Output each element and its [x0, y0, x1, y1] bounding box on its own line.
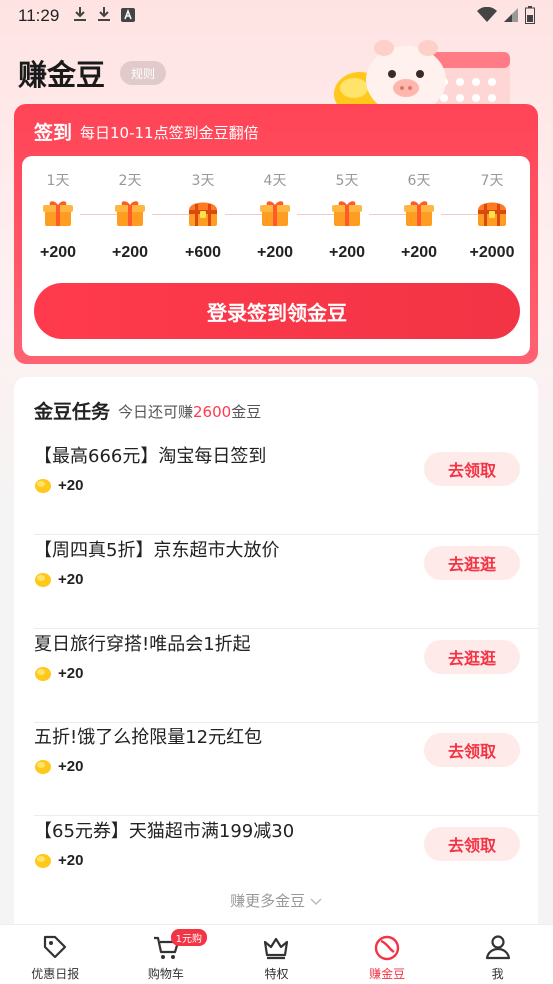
- task-item: 五折!饿了么抢限量12元红包 +20 去领取: [14, 723, 538, 816]
- signal-icon: [503, 7, 519, 27]
- gift-icon: [43, 201, 73, 226]
- divider: [34, 815, 538, 816]
- task-reward: +20: [34, 664, 83, 682]
- divider: [34, 534, 538, 535]
- page-title: 赚金豆: [18, 58, 106, 92]
- nav-item-privileges[interactable]: 特权: [221, 925, 332, 984]
- bean-icon: [374, 935, 400, 961]
- task-action-button[interactable]: 去逛逛: [424, 640, 520, 674]
- gold-bean-icon: [35, 667, 51, 681]
- tasks-sub-prefix: 今日还可赚: [118, 403, 194, 421]
- gold-bean-icon: [35, 760, 51, 774]
- day-label: 7天: [480, 173, 504, 189]
- reward-value: +20: [58, 851, 84, 869]
- day-label: 1天: [46, 173, 70, 189]
- nav-label: 赚金豆: [369, 967, 406, 981]
- nav-item-earn-beans[interactable]: 赚金豆: [332, 925, 443, 984]
- day-label: 4天: [263, 173, 287, 189]
- pig-mascot-illustration: [328, 32, 538, 116]
- status-bar: 11:29: [0, 0, 553, 32]
- task-action-button[interactable]: 去领取: [424, 733, 520, 767]
- wifi-icon: [477, 6, 497, 27]
- checkin-days-panel: 1天 +200 2天 +200 3天 +600 4天 +200 5天 +200 …: [22, 156, 530, 356]
- crown-icon: [264, 937, 289, 960]
- reward-value: +20: [58, 664, 84, 682]
- reward-value: +20: [58, 476, 84, 494]
- treasure-chest-icon: [478, 202, 506, 226]
- reward-value: +20: [58, 570, 84, 588]
- user-icon: [485, 935, 510, 960]
- checkin-title: 签到: [34, 122, 73, 144]
- tasks-card: 金豆任务 今日还可赚2600金豆 【最高666元】淘宝每日签到 +20 去领取 …: [14, 377, 538, 937]
- chevron-down-icon: [310, 892, 322, 910]
- task-reward: +20: [34, 757, 83, 775]
- tag-icon: [44, 935, 67, 959]
- day-label: 6天: [407, 173, 431, 189]
- task-item: 【最高666元】淘宝每日签到 +20 去领取: [14, 442, 538, 535]
- rules-button[interactable]: 规则: [120, 61, 166, 85]
- nav-label: 我: [491, 967, 504, 981]
- nav-label: 优惠日报: [31, 967, 80, 981]
- day-value: +200: [256, 244, 294, 261]
- task-title: 五折!饿了么抢限量12元红包: [34, 727, 263, 748]
- tasks-subtitle: 今日还可赚2600金豆: [118, 401, 261, 422]
- task-title: 【最高666元】淘宝每日签到: [34, 446, 267, 467]
- task-reward: +20: [34, 851, 83, 869]
- day-value: +200: [111, 244, 149, 261]
- nav-label: 特权: [264, 967, 289, 981]
- treasure-chest-icon: [189, 202, 217, 226]
- day-value: +200: [400, 244, 438, 261]
- reward-value: +20: [58, 757, 84, 775]
- gold-bean-icon: [35, 573, 51, 587]
- checkin-subtitle: 每日10-11点签到金豆翻倍: [80, 124, 259, 142]
- task-reward: +20: [34, 570, 83, 588]
- gold-bean-icon: [35, 479, 51, 493]
- battery-icon: [525, 6, 535, 28]
- download-icon: [73, 6, 87, 26]
- nav-item-cart[interactable]: 1元购 购物车: [111, 925, 222, 984]
- download-icon: [97, 6, 111, 26]
- more-tasks-link[interactable]: 赚更多金豆: [14, 890, 538, 911]
- status-time: 11:29: [18, 6, 60, 25]
- task-action-button[interactable]: 去逛逛: [424, 546, 520, 580]
- nav-item-daily-deals[interactable]: 优惠日报: [0, 925, 111, 984]
- gift-icon: [260, 201, 290, 226]
- task-action-button[interactable]: 去领取: [424, 827, 520, 861]
- tasks-title: 金豆任务: [34, 401, 111, 423]
- gift-icon: [115, 201, 145, 226]
- day-label: 5天: [335, 173, 359, 189]
- task-action-button[interactable]: 去领取: [424, 452, 520, 486]
- checkin-card: 签到 每日10-11点签到金豆翻倍 1天 +200 2天 +200 3天 +60…: [14, 104, 538, 364]
- task-title: 夏日旅行穿搭!唯品会1折起: [34, 634, 251, 655]
- nav-item-me[interactable]: 我: [442, 925, 553, 984]
- task-item: 【周四真5折】京东超市大放价 +20 去逛逛: [14, 536, 538, 629]
- day-value: +200: [328, 244, 366, 261]
- day-value: +600: [184, 244, 222, 261]
- more-tasks-label: 赚更多金豆: [230, 892, 306, 910]
- task-title: 【65元券】天猫超市满199减30: [34, 821, 295, 842]
- a-icon: [121, 7, 136, 26]
- task-item: 夏日旅行穿搭!唯品会1折起 +20 去逛逛: [14, 630, 538, 723]
- day-label: 3天: [191, 173, 215, 189]
- task-reward: +20: [34, 476, 83, 494]
- tasks-sub-amount: 2600: [193, 403, 232, 421]
- nav-label: 购物车: [147, 967, 184, 981]
- task-title: 【周四真5折】京东超市大放价: [34, 540, 280, 561]
- login-checkin-button[interactable]: 登录签到领金豆: [34, 283, 520, 339]
- gift-icon: [404, 201, 434, 226]
- bottom-nav: 优惠日报 1元购 购物车 特权 赚金豆 我: [0, 924, 553, 984]
- cart-badge: 1元购: [170, 929, 207, 946]
- divider: [34, 628, 538, 629]
- gold-bean-icon: [35, 854, 51, 868]
- gift-icon: [332, 201, 362, 226]
- day-value: +2000: [469, 244, 515, 261]
- day-value: +200: [39, 244, 77, 261]
- day-label: 2天: [118, 173, 142, 189]
- tasks-sub-suffix: 金豆: [231, 403, 262, 421]
